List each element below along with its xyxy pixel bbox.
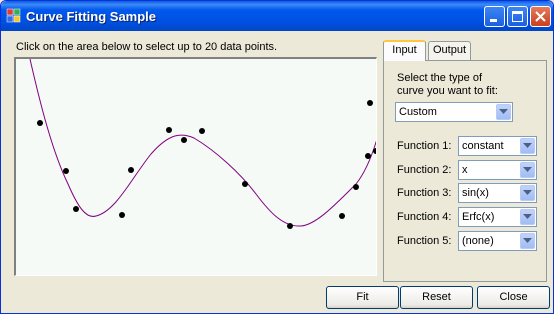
function-4-value: Erfc(x)	[462, 211, 495, 223]
function-4-dropdown-button[interactable]	[520, 209, 535, 225]
data-point	[339, 213, 345, 219]
prompt-line-1: Select the type of	[397, 72, 482, 84]
input-tab-panel: Select the type of curve you want to fit…	[383, 60, 547, 282]
data-point	[242, 181, 248, 187]
maximize-icon	[512, 11, 523, 22]
curve-type-value: Custom	[399, 106, 437, 118]
curve-type-select[interactable]: Custom	[395, 102, 513, 122]
function-1-select[interactable]: constant	[458, 136, 537, 156]
data-point	[166, 127, 172, 133]
close-icon	[535, 11, 546, 22]
function-5-label: Function 5:	[397, 235, 452, 247]
function-5-dropdown-button[interactable]	[520, 233, 535, 249]
function-1-value: constant	[462, 140, 504, 152]
data-point	[367, 100, 373, 106]
data-point	[37, 120, 43, 126]
minimize-icon	[490, 19, 497, 22]
chevron-down-icon	[523, 190, 532, 195]
data-point	[119, 212, 125, 218]
reset-button[interactable]: Reset	[400, 286, 473, 309]
data-point	[353, 184, 359, 190]
data-point	[128, 167, 134, 173]
function-2-value: x	[462, 164, 468, 176]
curve-type-dropdown-button[interactable]	[496, 104, 511, 120]
chevron-down-icon	[523, 143, 532, 148]
function-3-value: sin(x)	[462, 187, 489, 199]
data-point	[63, 168, 69, 174]
data-point	[199, 128, 205, 134]
chevron-down-icon	[499, 109, 508, 114]
prompt-line-2: curve you want to fit:	[397, 85, 498, 97]
data-point	[287, 223, 293, 229]
chevron-down-icon	[523, 214, 532, 219]
close-window-button[interactable]	[530, 6, 551, 27]
plot-area[interactable]	[14, 57, 377, 276]
fitted-curve	[29, 59, 376, 227]
data-point	[181, 137, 187, 143]
window-title: Curve Fitting Sample	[26, 9, 157, 24]
function-3-label: Function 3:	[397, 187, 452, 199]
minimize-button[interactable]	[484, 6, 505, 27]
data-point	[73, 206, 79, 212]
function-1-dropdown-button[interactable]	[520, 138, 535, 154]
data-point	[365, 153, 371, 159]
function-3-select[interactable]: sin(x)	[458, 183, 537, 203]
title-bar[interactable]: Curve Fitting Sample	[1, 1, 553, 31]
tab-output[interactable]: Output	[428, 41, 471, 60]
chevron-down-icon	[523, 167, 532, 172]
function-2-label: Function 2:	[397, 164, 452, 176]
fit-button[interactable]: Fit	[326, 286, 399, 309]
function-5-value: (none)	[462, 235, 494, 247]
app-icon	[6, 8, 21, 23]
function-4-label: Function 4:	[397, 211, 452, 223]
function-4-select[interactable]: Erfc(x)	[458, 207, 537, 227]
curve-plot	[29, 59, 376, 229]
function-2-select[interactable]: x	[458, 160, 537, 180]
function-3-dropdown-button[interactable]	[520, 185, 535, 201]
function-2-dropdown-button[interactable]	[520, 162, 535, 178]
function-5-select[interactable]: (none)	[458, 231, 537, 251]
function-1-label: Function 1:	[397, 140, 452, 152]
main-window: Curve Fitting Sample Click on the area b…	[0, 0, 554, 314]
chevron-down-icon	[523, 238, 532, 243]
curve-type-prompt: Select the type of curve you want to fit…	[397, 72, 537, 98]
close-button[interactable]: Close	[477, 286, 550, 309]
tab-input[interactable]: Input	[383, 40, 426, 61]
instruction-text: Click on the area below to select up to …	[16, 41, 278, 53]
maximize-button[interactable]	[507, 6, 528, 27]
